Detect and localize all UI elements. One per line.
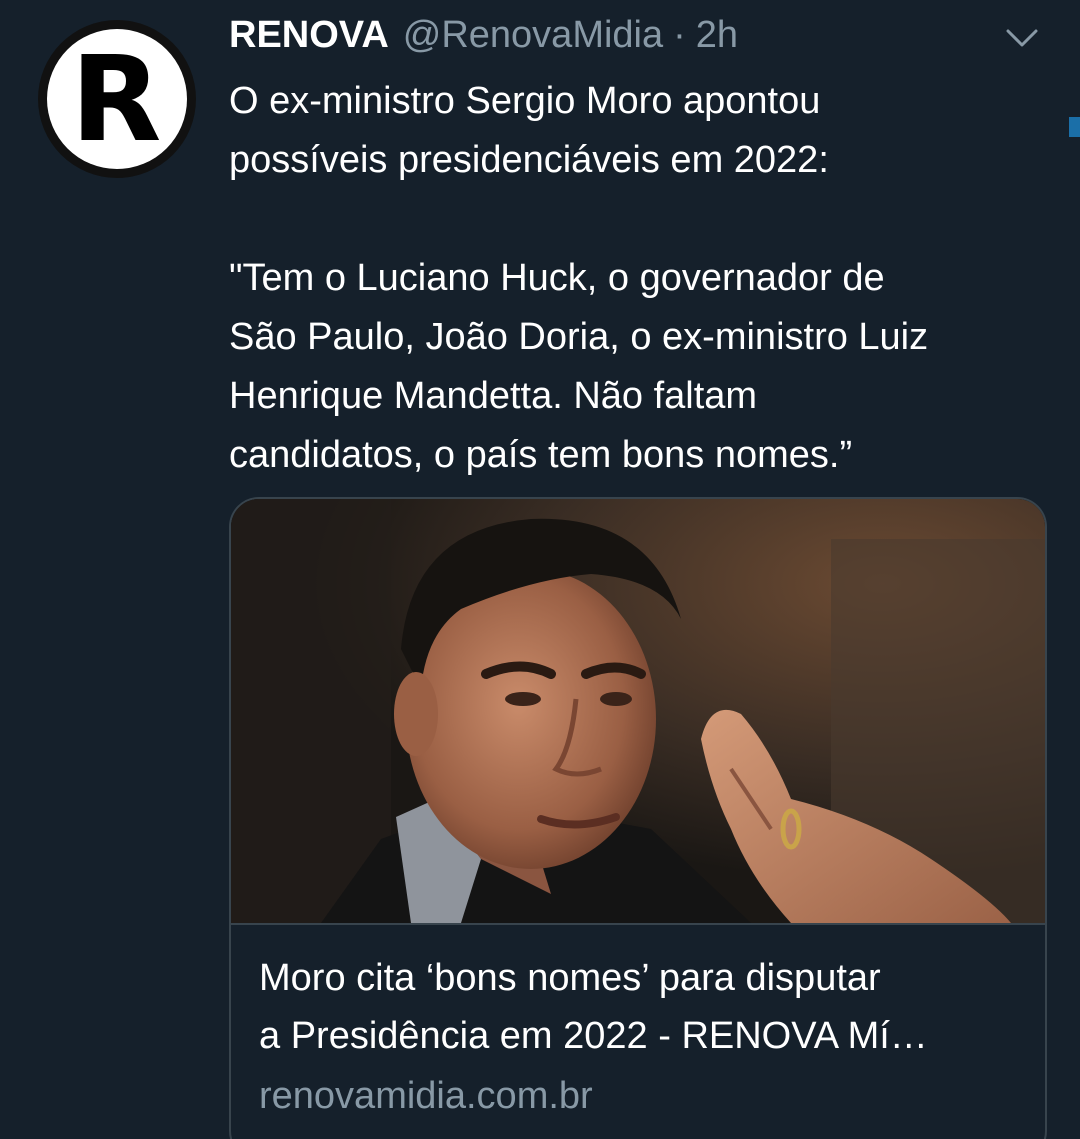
tweet-text-line: possíveis presidenciáveis em 2022: xyxy=(229,139,829,181)
scroll-indicator xyxy=(1069,117,1080,137)
card-image[interactable] xyxy=(231,499,1045,925)
tweet-text-line: O ex-ministro Sergio Moro apontou xyxy=(229,80,821,122)
avatar-logo: R xyxy=(47,29,187,169)
tweet-timestamp[interactable]: 2h xyxy=(696,14,738,57)
card-photo xyxy=(231,499,1045,923)
avatar[interactable]: R xyxy=(38,20,196,178)
tweet-header: RENOVA @RenovaMidia · 2h xyxy=(229,14,738,64)
card-title[interactable]: Moro cita ‘bons nomes’ para disputar a P… xyxy=(259,949,1019,1065)
user-handle[interactable]: @RenovaMidia xyxy=(403,14,663,57)
tweet-text: O ex-ministro Sergio Moro apontou possív… xyxy=(229,72,1059,485)
link-preview-card[interactable]: Moro cita ‘bons nomes’ para disputar a P… xyxy=(229,497,1047,1139)
card-body[interactable]: Moro cita ‘bons nomes’ para disputar a P… xyxy=(231,927,1045,1121)
tweet-text-line: "Tem o Luciano Huck, o governador de xyxy=(229,257,885,299)
card-title-line: a Presidência em 2022 - RENOVA Mí… xyxy=(259,1015,928,1057)
tweet-text-line: São Paulo, João Doria, o ex-ministro Lui… xyxy=(229,316,929,358)
card-title-line: Moro cita ‘bons nomes’ para disputar xyxy=(259,957,881,999)
tweet-text-line: Henrique Mandetta. Não faltam xyxy=(229,375,758,417)
display-name[interactable]: RENOVA xyxy=(229,14,389,57)
header-separator: · xyxy=(673,14,686,56)
avatar-logo-letter: R xyxy=(70,30,162,168)
tweet-text-line: candidatos, o país tem bons nomes.” xyxy=(229,434,853,476)
card-domain: renovamidia.com.br xyxy=(259,1075,593,1117)
tweet[interactable]: R RENOVA @RenovaMidia · 2h O ex-ministro… xyxy=(0,0,1080,1139)
chevron-down-icon[interactable] xyxy=(1004,26,1040,50)
